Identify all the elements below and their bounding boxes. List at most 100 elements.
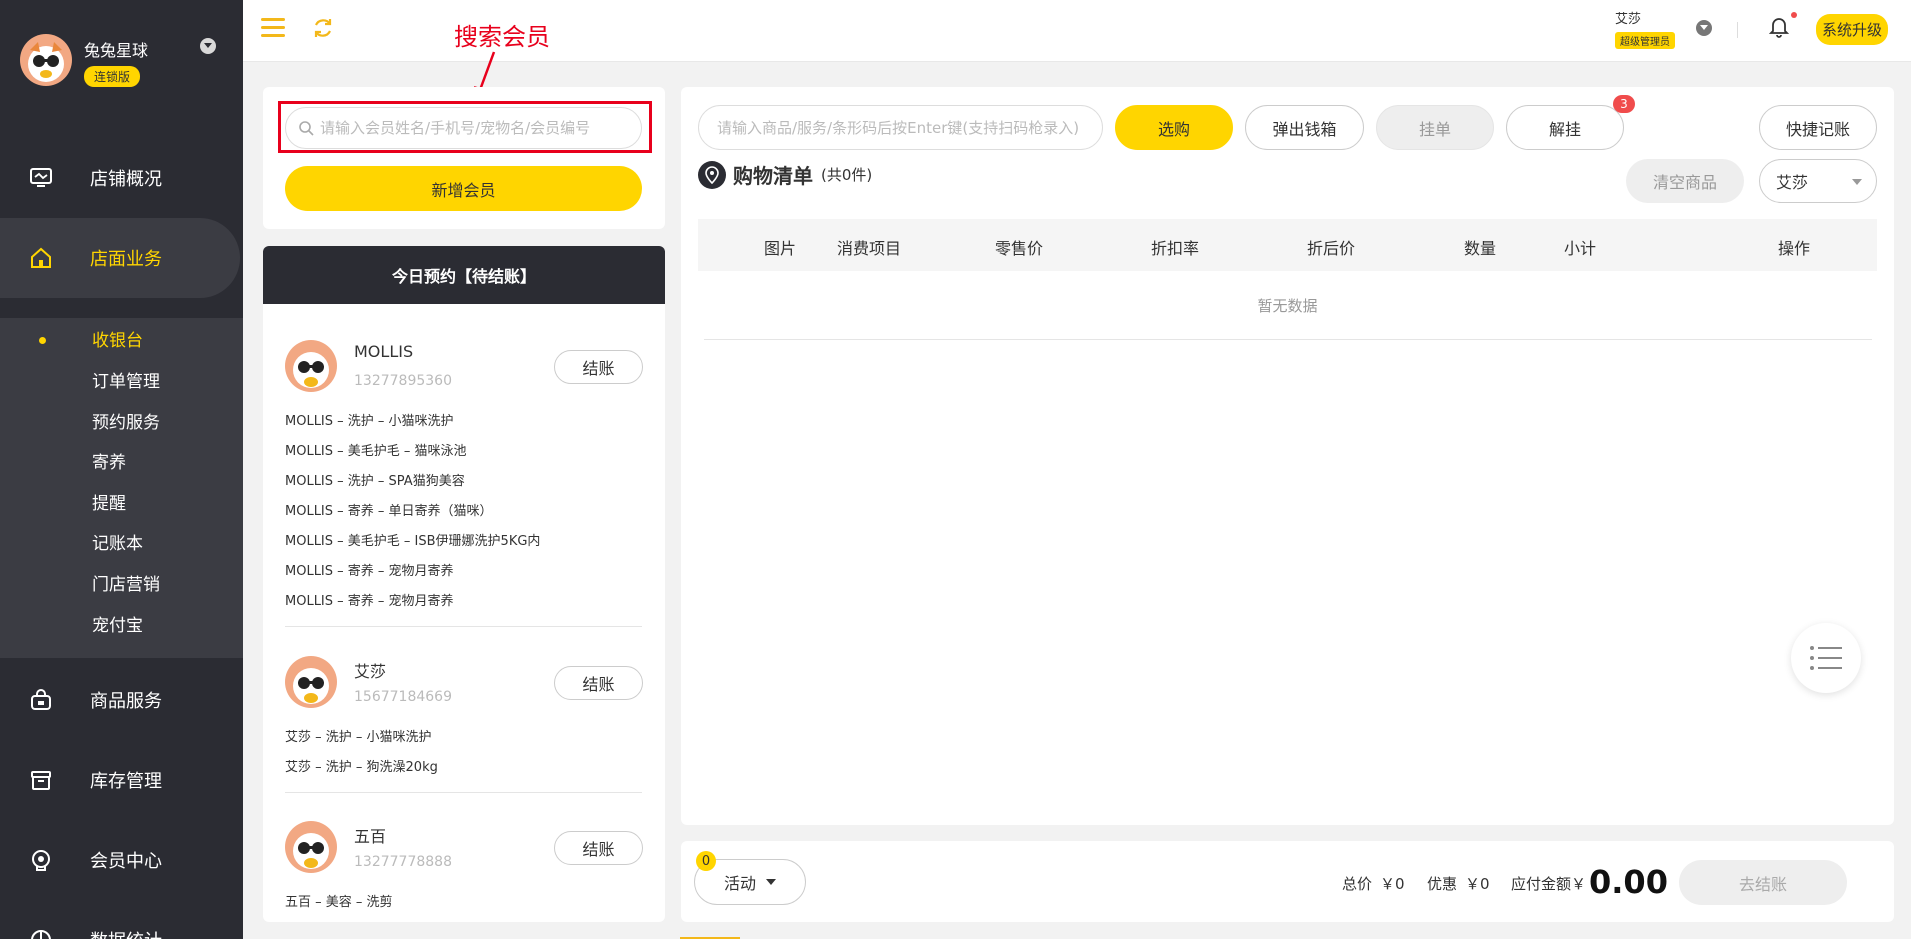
sub-item-appointments[interactable]: 预约服务 — [92, 408, 160, 433]
member-name: MOLLIS — [354, 342, 414, 361]
add-member-button[interactable]: 新增会员 — [285, 166, 642, 211]
cart-panel: 选购 弹出钱箱 挂单 解挂 3 快捷记账 购物清单 (共0件) 清空商品 艾莎 … — [681, 87, 1894, 825]
total-value: ￥0 — [1380, 875, 1405, 893]
nav-label: 数据统计 — [90, 927, 162, 939]
user-role-badge: 超级管理员 — [1615, 32, 1675, 49]
column-header: 操作 — [1778, 239, 1811, 258]
service-line: MOLLIS – 寄养 – 单日寄养（猫咪） — [285, 504, 493, 519]
checkout-appointment-button[interactable]: 结账 — [554, 350, 643, 384]
nav-products-services[interactable]: 商品服务 — [0, 660, 243, 740]
promo-count-badge: 0 — [696, 851, 716, 871]
nav-label: 会员中心 — [90, 851, 162, 872]
sub-item-boarding[interactable]: 寄养 — [92, 448, 126, 473]
member-phone: 15677184669 — [354, 689, 452, 705]
bell-icon[interactable] — [1768, 16, 1790, 38]
member-phone: 13277895360 — [354, 373, 452, 389]
refresh-icon[interactable] — [311, 16, 337, 42]
sub-nav: 收银台 订单管理 预约服务 寄养 提醒 记账本 门店营销 宠付宝 — [0, 318, 243, 658]
sidebar: 兔兔星球 连锁版 店铺概况 店面业务 收银台 订单管理 预约服务 寄养 提醒 记… — [0, 0, 243, 939]
member-name: 五百 — [354, 827, 387, 846]
unhold-order-button[interactable]: 解挂 — [1506, 105, 1624, 150]
bag-icon — [28, 687, 54, 713]
column-header: 零售价 — [995, 239, 1044, 258]
caret-down-icon — [1852, 179, 1862, 185]
service-line: MOLLIS – 洗护 – 小猫咪洗护 — [285, 414, 454, 429]
checkout-appointment-button[interactable]: 结账 — [554, 666, 643, 700]
chevron-down-icon[interactable] — [1696, 20, 1712, 36]
hold-order-button[interactable]: 挂单 — [1376, 105, 1494, 150]
user-info[interactable]: 艾莎 超级管理员 — [1615, 8, 1675, 49]
service-line: 艾莎 – 洗护 – 小猫咪洗护 — [285, 730, 432, 745]
member-icon — [28, 847, 54, 873]
nav-label: 店铺概况 — [90, 169, 162, 190]
quick-note-button[interactable]: 快捷记账 — [1759, 105, 1877, 150]
monitor-icon — [28, 165, 54, 191]
box-icon — [28, 767, 54, 793]
annotation-label: 搜索会员 — [454, 23, 550, 51]
product-search-box[interactable] — [698, 105, 1103, 150]
service-line: MOLLIS – 寄养 – 宠物月寄养 — [285, 564, 454, 579]
held-orders-count-badge: 3 — [1613, 95, 1635, 113]
column-header: 折后价 — [1307, 239, 1356, 258]
sub-item-cashier[interactable]: 收银台 — [92, 326, 143, 351]
hamburger-menu-icon[interactable] — [261, 18, 285, 38]
select-products-button[interactable]: 选购 — [1115, 105, 1233, 150]
pet-avatar — [285, 821, 337, 873]
divider — [285, 792, 642, 793]
clear-items-button[interactable]: 清空商品 — [1626, 159, 1744, 203]
nav-storefront-business[interactable]: 店面业务 — [0, 218, 240, 298]
service-line: 五百 – 美容 – 洗剪 — [285, 895, 393, 910]
list-icon — [1810, 646, 1842, 670]
service-line: MOLLIS – 寄养 – 宠物月寄养 — [285, 594, 454, 609]
store-switcher[interactable]: 兔兔星球 连锁版 — [20, 34, 230, 90]
edition-badge: 连锁版 — [84, 66, 141, 87]
shopping-list-count: (共0件) — [821, 166, 873, 184]
caret-down-icon — [766, 879, 776, 885]
nav-member-center[interactable]: 会员中心 — [0, 820, 243, 900]
member-name: 艾莎 — [354, 662, 387, 681]
service-line: MOLLIS – 美毛护毛 – 猫咪泳池 — [285, 444, 467, 459]
open-cash-drawer-button[interactable]: 弹出钱箱 — [1245, 105, 1364, 150]
service-line: MOLLIS – 美毛护毛 – ISB伊珊娜洗护5KG内 — [285, 534, 541, 549]
promotions-label: 活动 — [723, 874, 756, 893]
divider — [1737, 22, 1738, 38]
user-name: 艾莎 — [1615, 12, 1642, 27]
nav-label: 库存管理 — [90, 771, 162, 792]
staff-select[interactable]: 艾莎 — [1759, 159, 1877, 203]
nav-store-overview[interactable]: 店铺概况 — [0, 138, 243, 218]
chart-icon — [28, 927, 54, 939]
nav-label: 店面业务 — [90, 249, 162, 270]
product-search-input[interactable] — [717, 118, 1097, 137]
checkout-bar: 0 活动 总价 ￥0 优惠 ￥0 应付金额￥ 0.00 去结账 — [681, 841, 1894, 922]
shopping-list-header: 购物清单 (共0件) — [698, 160, 872, 189]
nav-inventory[interactable]: 库存管理 — [0, 740, 243, 820]
location-pin-icon — [698, 160, 726, 189]
checkout-button[interactable]: 去结账 — [1679, 860, 1847, 905]
total-label: 总价 — [1342, 875, 1373, 893]
discount-value: ￥0 — [1465, 875, 1490, 893]
nav-label: 商品服务 — [90, 691, 162, 712]
nav-statistics[interactable]: 数据统计 — [0, 900, 243, 939]
service-line: MOLLIS – 洗护 – SPA猫狗美容 — [285, 474, 465, 489]
floating-list-menu-button[interactable] — [1791, 623, 1861, 693]
home-icon — [28, 245, 54, 271]
discount-label: 优惠 — [1427, 875, 1458, 893]
pet-avatar — [285, 340, 337, 392]
empty-state-text: 暂无数据 — [1257, 297, 1318, 315]
sub-item-marketing[interactable]: 门店营销 — [92, 570, 160, 595]
store-name: 兔兔星球 — [84, 41, 149, 60]
appointments-title: 今日预约【待结账】 — [263, 246, 665, 304]
column-header: 图片 — [764, 239, 797, 258]
divider — [704, 339, 1872, 340]
sub-item-reminders[interactable]: 提醒 — [92, 489, 126, 514]
sub-item-petpay[interactable]: 宠付宝 — [92, 611, 143, 636]
system-upgrade-button[interactable]: 系统升级 — [1816, 14, 1889, 45]
chevron-down-icon[interactable] — [200, 38, 216, 54]
sub-item-ledger[interactable]: 记账本 — [92, 529, 143, 554]
store-avatar — [20, 34, 72, 86]
column-header: 折扣率 — [1151, 239, 1200, 258]
column-header: 数量 — [1464, 239, 1497, 258]
member-phone: 13277778888 — [354, 854, 452, 870]
checkout-appointment-button[interactable]: 结账 — [554, 831, 643, 865]
sub-item-orders[interactable]: 订单管理 — [92, 367, 160, 392]
